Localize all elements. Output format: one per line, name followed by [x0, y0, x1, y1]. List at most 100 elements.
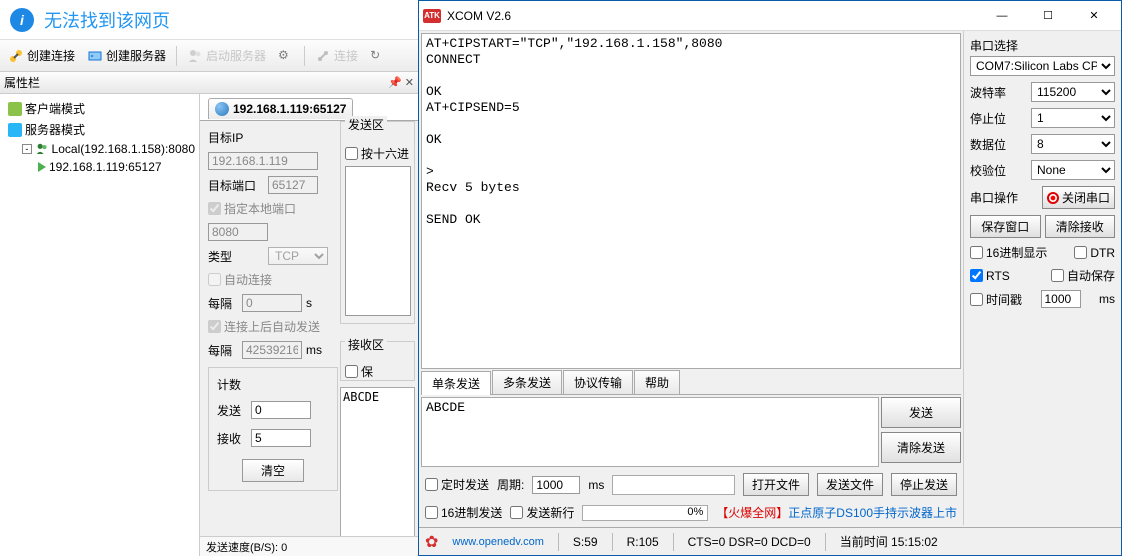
- tree-local-node[interactable]: - Local(192.168.1.158):8080: [2, 140, 197, 158]
- baud-select[interactable]: 115200: [1031, 82, 1115, 102]
- property-bar-label: 属性栏: [4, 74, 40, 91]
- status-separator: [825, 533, 826, 551]
- create-server-button[interactable]: 创建服务器: [83, 45, 170, 66]
- tree-label: 客户端模式: [25, 100, 85, 117]
- hex-send-check[interactable]: 16进制发送: [425, 504, 502, 521]
- recv-opt-check[interactable]: 保: [345, 363, 410, 380]
- timed-send-checkbox[interactable]: [425, 478, 438, 491]
- recv-opt-checkbox[interactable]: [345, 365, 358, 378]
- settings-icon[interactable]: ✿: [425, 532, 438, 552]
- recv-text-display: ABCDE: [340, 387, 415, 537]
- target-port-input: [268, 176, 318, 194]
- send-area-title: 发送区: [345, 116, 387, 133]
- refresh-icon: ↻: [370, 48, 386, 64]
- interval2-input: [242, 341, 302, 359]
- close-button[interactable]: ✕: [1071, 1, 1117, 31]
- hex-display-check[interactable]: 16进制显示: [970, 244, 1047, 261]
- port-select-label: 串口选择: [970, 37, 1115, 54]
- tree-client-node[interactable]: 192.168.1.119:65127: [2, 158, 197, 176]
- local-port-checkbox: [208, 202, 221, 215]
- tab-multi-send[interactable]: 多条发送: [492, 370, 562, 394]
- interval-label: 每隔: [208, 342, 238, 359]
- terminal-output[interactable]: AT+CIPSTART="TCP","192.168.1.158",8080 C…: [421, 33, 961, 369]
- data-select[interactable]: 8: [1031, 134, 1115, 154]
- save-window-button[interactable]: 保存窗口: [970, 215, 1041, 238]
- autosave-check[interactable]: 自动保存: [1051, 267, 1115, 284]
- collapse-icon[interactable]: -: [22, 144, 32, 154]
- interval-label: 每隔: [208, 295, 238, 312]
- timed-send-check[interactable]: 定时发送: [425, 476, 489, 493]
- ad-link[interactable]: 【火爆全网】正点原子DS100手持示波器上市: [716, 504, 957, 521]
- maximize-button[interactable]: ☐: [1025, 1, 1071, 31]
- autosave-checkbox[interactable]: [1051, 269, 1064, 282]
- send-button[interactable]: 发送: [881, 397, 961, 428]
- create-connection-button[interactable]: 创建连接: [4, 45, 79, 66]
- status-recv-bytes: R:105: [627, 535, 659, 549]
- stop-select[interactable]: 1: [1031, 108, 1115, 128]
- minimize-button[interactable]: —: [979, 1, 1025, 31]
- tree-client-mode[interactable]: 客户端模式: [2, 98, 197, 119]
- rts-check[interactable]: RTS: [970, 269, 1010, 283]
- tab-help[interactable]: 帮助: [634, 370, 680, 394]
- clear-button[interactable]: 清空: [242, 459, 304, 482]
- send-newline-check[interactable]: 发送新行: [510, 504, 574, 521]
- close-port-button[interactable]: 关闭串口: [1042, 186, 1115, 209]
- ad-text: 正点原子DS100手持示波器上市: [788, 506, 957, 520]
- tab-protocol[interactable]: 协议传输: [563, 370, 633, 394]
- toolbar-gear-button[interactable]: ⚙: [274, 46, 298, 66]
- recv-count-input[interactable]: [251, 429, 311, 447]
- tree-server-mode[interactable]: 服务器模式: [2, 119, 197, 140]
- send-textarea[interactable]: [345, 166, 411, 316]
- target-port-label: 目标端口: [208, 177, 264, 194]
- hex-send-checkbox[interactable]: [425, 506, 438, 519]
- website-link[interactable]: www.openedv.com: [452, 536, 544, 548]
- type-label: 类型: [208, 248, 264, 265]
- toolbar-refresh-button[interactable]: ↻: [366, 46, 390, 66]
- period-input[interactable]: [532, 476, 580, 494]
- start-server-label: 启动服务器: [206, 47, 266, 64]
- timestamp-checkbox[interactable]: [970, 293, 983, 306]
- clear-send-button[interactable]: 清除发送: [881, 432, 961, 463]
- tab-single-send[interactable]: 单条发送: [421, 371, 491, 395]
- connect-button[interactable]: 连接: [311, 45, 362, 66]
- count-box: 计数 发送 接收 清空: [208, 367, 338, 491]
- send-textarea[interactable]: ABCDE: [421, 397, 879, 467]
- send-newline-checkbox[interactable]: [510, 506, 523, 519]
- status-separator: [612, 533, 613, 551]
- network-tool-window: i 无法找到该网页 创建连接 创建服务器 启动服务器 ⚙: [0, 0, 418, 556]
- form-tab[interactable]: 192.168.1.119:65127: [208, 98, 353, 119]
- start-server-button[interactable]: 启动服务器: [183, 45, 270, 66]
- clear-recv-button[interactable]: 清除接收: [1045, 215, 1116, 238]
- record-icon: [1047, 192, 1059, 204]
- left-status-bar: 发送速度(B/S): 0: [200, 536, 418, 556]
- file-path-input[interactable]: [612, 475, 735, 495]
- timestamp-check[interactable]: 时间戳: [970, 291, 1022, 308]
- send-count-input[interactable]: [251, 401, 311, 419]
- app-icon: ATK: [423, 9, 441, 23]
- rts-checkbox[interactable]: [970, 269, 983, 282]
- tree-panel: 客户端模式 服务器模式 - Local(192.168.1.158):8080 …: [0, 94, 200, 556]
- send-file-button[interactable]: 发送文件: [817, 473, 883, 496]
- local-port-input: [208, 223, 268, 241]
- info-icon: i: [10, 8, 34, 32]
- timestamp-input[interactable]: [1041, 290, 1081, 308]
- hex-send-check[interactable]: 按十六进: [345, 145, 410, 162]
- hex-display-checkbox[interactable]: [970, 246, 983, 259]
- parity-select[interactable]: None: [1031, 160, 1115, 180]
- left-header: i 无法找到该网页: [0, 0, 418, 40]
- open-file-button[interactable]: 打开文件: [743, 473, 809, 496]
- port-select[interactable]: COM7:Silicon Labs CP2: [970, 56, 1115, 76]
- tree-label: 服务器模式: [25, 121, 85, 138]
- dtr-check[interactable]: DTR: [1074, 246, 1115, 260]
- status-time: 当前时间 15:15:02: [840, 533, 938, 550]
- rts-label: RTS: [986, 269, 1010, 283]
- serial-side-panel: 串口选择 COM7:Silicon Labs CP2 波特率115200 停止位…: [963, 31, 1121, 525]
- pin-icon[interactable]: 📌 ✕: [388, 76, 414, 89]
- link-icon: [315, 48, 331, 64]
- count-title: 计数: [217, 376, 329, 393]
- dtr-checkbox[interactable]: [1074, 246, 1087, 259]
- hex-send-checkbox[interactable]: [345, 147, 358, 160]
- stop-send-button[interactable]: 停止发送: [891, 473, 957, 496]
- auto-connect-checkbox: [208, 273, 221, 286]
- recv-opt-label: 保: [361, 363, 373, 380]
